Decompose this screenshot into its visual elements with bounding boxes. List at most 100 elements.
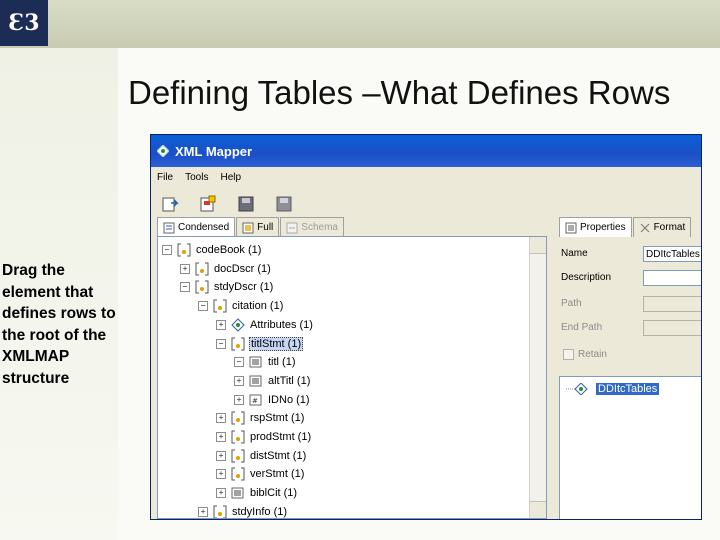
element-icon	[213, 299, 227, 313]
id-node-icon: #	[249, 394, 262, 406]
expand-icon[interactable]: +	[234, 375, 244, 386]
retain-option: Retain	[563, 349, 607, 360]
tree-node-label: IDNo (1)	[268, 393, 310, 406]
toolbar	[151, 187, 701, 221]
end-path-field[interactable]	[643, 320, 701, 336]
format-icon	[640, 223, 649, 232]
table-item[interactable]: DDItcTables	[566, 383, 660, 395]
property-tabs: Properties Format	[559, 217, 692, 237]
tree-node[interactable]: − titl (1)	[234, 354, 297, 370]
tab-schema[interactable]: Schema	[280, 217, 344, 237]
expand-icon[interactable]: +	[216, 319, 226, 330]
tab-condensed[interactable]: Condensed	[157, 217, 236, 237]
properties-icon	[565, 222, 577, 233]
properties-panel: Name DDItcTables Description Path End Pa…	[559, 236, 701, 376]
tree-node-label: altTitl (1)	[268, 374, 311, 387]
tree-node-label: prodStmt (1)	[250, 431, 312, 443]
tree-node[interactable]: + rspStmt (1)	[216, 410, 305, 426]
element-icon	[231, 449, 245, 463]
tree-node[interactable]: − titlStmt (1)	[216, 336, 304, 352]
collapse-icon[interactable]: −	[180, 282, 190, 293]
xml-mapper-app-icon	[157, 145, 169, 157]
collapse-icon[interactable]: −	[198, 301, 208, 312]
collapse-icon[interactable]: −	[234, 357, 244, 368]
tree-node-label: biblCit (1)	[250, 487, 298, 500]
tree-node-label: Attributes (1)	[250, 318, 313, 331]
name-field[interactable]: DDItcTables	[643, 246, 701, 262]
tab-format-label: Format	[653, 222, 686, 233]
tree-node[interactable]: − stdyDscr (1)	[180, 279, 274, 295]
open-button[interactable]	[157, 191, 183, 217]
window-title-bar[interactable]: XML Mapper	[151, 135, 701, 167]
tab-properties-label: Properties	[580, 222, 626, 233]
description-field[interactable]	[643, 270, 701, 286]
tab-full[interactable]: Full	[236, 217, 280, 237]
tree-node-label: titlStmt (1)	[249, 336, 304, 351]
element-icon	[231, 467, 245, 481]
xml-mapper-window: XML Mapper File Tools Help Condensed Ful…	[150, 134, 702, 520]
element-icon	[231, 337, 245, 350]
tree-node[interactable]: + biblCit (1)	[216, 485, 298, 501]
path-label: Path	[561, 298, 582, 309]
retain-label: Retain	[578, 349, 607, 360]
text-node-icon	[231, 487, 244, 499]
table-item-label: DDItcTables	[596, 383, 660, 395]
tree-node[interactable]: + # IDNo (1)	[234, 392, 311, 408]
menu-help[interactable]: Help	[220, 172, 241, 183]
retain-checkbox[interactable]	[563, 349, 574, 360]
tree-node-label: stdyDscr (1)	[214, 281, 274, 294]
text-node-icon	[249, 356, 262, 368]
save-button[interactable]	[233, 191, 259, 217]
expand-icon[interactable]: +	[180, 263, 190, 274]
tree-node[interactable]: − codeBook (1)	[162, 242, 262, 258]
collapse-icon[interactable]: −	[216, 338, 226, 349]
tab-format[interactable]: Format	[632, 217, 692, 237]
expand-icon[interactable]: +	[216, 450, 226, 461]
logo: Ɛ3	[0, 0, 48, 46]
tree-node-label: verStmt (1)	[250, 468, 305, 481]
text-node-icon	[249, 375, 262, 387]
expand-icon[interactable]: +	[216, 469, 226, 480]
tree-node-label: codeBook (1)	[196, 244, 262, 256]
expand-icon[interactable]: +	[216, 432, 226, 442]
end-path-label: End Path	[561, 322, 603, 333]
disk-disabled-icon	[276, 196, 292, 212]
tree-node[interactable]: + docDscr (1)	[180, 261, 272, 277]
save-all-button[interactable]	[271, 191, 297, 217]
tables-icon	[566, 383, 588, 395]
expand-icon[interactable]: +	[216, 413, 226, 424]
tree-node[interactable]: + prodStmt (1)	[216, 429, 312, 445]
tree-node[interactable]: + distStmt (1)	[216, 448, 307, 464]
menu-file[interactable]: File	[157, 172, 173, 183]
element-icon	[195, 262, 209, 276]
xml-structure-tree[interactable]: − codeBook (1) + docDscr (1) − stdyDscr (1) − c…	[157, 236, 547, 519]
tree-node[interactable]: + stdyInfo (1)	[198, 504, 288, 518]
element-icon	[195, 280, 209, 294]
tree-node-label: rspStmt (1)	[250, 412, 305, 425]
svg-text:#: #	[252, 397, 258, 405]
tree-node[interactable]: + verStmt (1)	[216, 466, 305, 482]
tree-node[interactable]: + Attributes (1)	[216, 317, 314, 333]
save-map-icon	[200, 195, 216, 212]
element-icon	[213, 505, 227, 518]
path-field[interactable]	[643, 296, 701, 312]
logo-text: Ɛ3	[8, 10, 40, 36]
menu-tools[interactable]: Tools	[185, 172, 208, 183]
tab-properties[interactable]: Properties	[559, 217, 632, 237]
scroll-up-icon[interactable]	[530, 237, 546, 254]
tab-full-label: Full	[257, 222, 274, 233]
tree-node-label: citation (1)	[232, 300, 284, 313]
tables-list[interactable]: DDItcTables	[559, 376, 701, 519]
condensed-icon	[163, 222, 175, 233]
expand-icon[interactable]: +	[198, 506, 208, 517]
tree-node[interactable]: − citation (1)	[198, 298, 284, 314]
tree-scrollbar[interactable]	[529, 237, 546, 518]
expand-icon[interactable]: +	[216, 488, 226, 499]
expand-icon[interactable]: +	[234, 394, 244, 405]
scroll-down-icon[interactable]	[530, 501, 546, 518]
save-map-button[interactable]	[195, 191, 221, 217]
tree-node[interactable]: + altTitl (1)	[234, 373, 311, 389]
slide-title: Defining Tables –What Defines Rows	[128, 74, 671, 111]
collapse-icon[interactable]: −	[162, 245, 172, 255]
full-icon	[242, 222, 254, 233]
